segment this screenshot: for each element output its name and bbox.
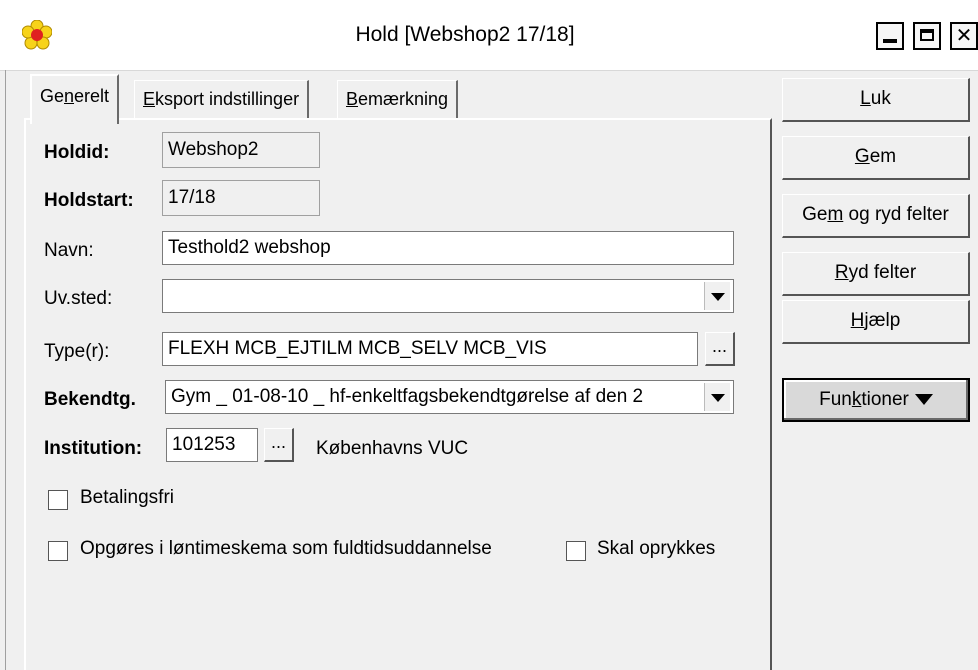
betalingsfri-label: Betalingsfri [80,487,174,508]
funktioner-button[interactable]: Funktioner [782,378,970,422]
button-hotkey: G [854,146,870,167]
uvsted-select[interactable] [162,279,734,313]
opgoeres-label: Opgøres i løntimeskema som fuldtidsuddan… [80,538,492,559]
tab-label-part: ksport indstillinger [155,89,300,109]
holdstart-field: 17/18 [162,180,320,216]
window-frame-left [0,70,6,670]
oprykkes-label: Skal oprykkes [597,538,716,559]
tab-label-part: Ge [40,86,65,106]
type-field[interactable]: FLEXH MCB_EJTILM MCB_SELV MCB_VIS [162,332,698,366]
maximize-button[interactable] [913,22,941,50]
tab-generelt[interactable]: Generelt [30,74,120,124]
oprykkes-checkbox[interactable] [566,541,586,561]
tab-bemaerkning[interactable]: Bemærkning [337,80,459,118]
tab-label-hotkey: n [64,86,75,106]
button-label-part: og ryd felter [843,204,949,225]
bekendtg-value: Gym _ 01-08-10 _ hf-enkeltfagsbekendtgør… [171,386,644,407]
institution-input[interactable]: 101253 [166,428,258,462]
chevron-down-icon [711,293,725,301]
button-label-part: Ge [802,204,828,225]
button-hotkey: H [850,310,865,331]
button-label-part: em [869,146,897,167]
luk-button[interactable]: Luk [782,78,970,122]
tab-label-hotkey: E [143,89,156,109]
hjaelp-button[interactable]: Hjælp [782,300,970,344]
betalingsfri-checkbox[interactable] [48,490,68,510]
tab-eksport-indstillinger[interactable]: Eksport indstillinger [134,80,310,118]
type-browse-button[interactable]: ... [705,332,735,366]
close-icon: ✕ [955,25,973,47]
navn-label: Navn: [44,240,94,261]
button-hotkey: k [851,389,862,410]
bekendtg-select[interactable]: Gym _ 01-08-10 _ hf-enkeltfagsbekendtgør… [165,380,734,414]
button-hotkey: R [834,262,849,283]
caret-down-icon [914,394,933,406]
holdid-field: Webshop2 [162,132,320,168]
ryd-felter-button[interactable]: Ryd felter [782,252,970,296]
chevron-down-icon [711,394,725,402]
tab-label-part: erelt [74,86,110,106]
maximize-icon [920,29,934,41]
institution-label: Institution: [44,438,143,459]
gem-button[interactable]: Gem [782,136,970,180]
holdstart-label: Holdstart: [44,190,134,211]
tab-label-part: emærkning [358,89,449,109]
button-label-part: uk [870,88,891,109]
button-hotkey: L [860,88,871,109]
institution-browse-button[interactable]: ... [264,428,294,462]
button-hotkey: m [827,204,844,225]
close-button[interactable]: ✕ [950,22,978,50]
window-title: Hold [Webshop2 17/18] [355,23,575,46]
gem-og-ryd-felter-button[interactable]: Gem og ryd felter [782,194,970,238]
minimize-button[interactable] [876,22,904,50]
type-label: Type(r): [44,341,110,362]
bekendtg-dropdown-button[interactable] [704,383,730,411]
minimize-icon [883,39,897,43]
institution-name: Københavns VUC [316,438,469,459]
uvsted-label: Uv.sted: [44,288,113,309]
button-label-part: tioner [861,389,909,410]
button-label-part: jælp [864,310,901,331]
uvsted-dropdown-button[interactable] [704,282,730,310]
navn-input[interactable]: Testhold2 webshop [162,231,734,265]
opgoeres-checkbox[interactable] [48,541,68,561]
tab-label-hotkey: B [346,89,359,109]
bekendtg-label: Bekendtg. [44,389,136,410]
button-label-part: yd felter [848,262,917,283]
button-label-part: Fun [819,389,852,410]
title-bar: Hold [Webshop2 17/18] ✕ [0,0,978,71]
holdid-label: Holdid: [44,142,110,163]
